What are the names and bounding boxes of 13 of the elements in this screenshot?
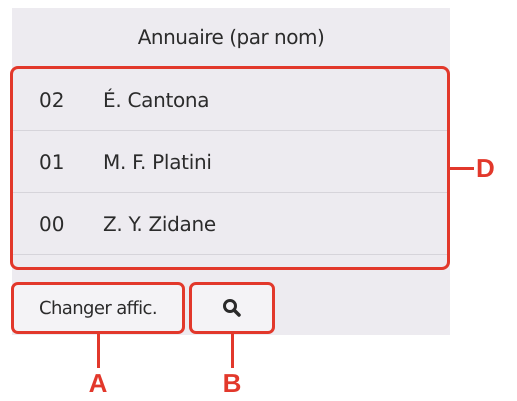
contact-name: Z. Y. Zidane — [103, 212, 216, 236]
contact-name: M. F. Platini — [103, 150, 212, 174]
contact-row[interactable]: 00 Z. Y. Zidane — [13, 193, 447, 255]
contact-number: 02 — [38, 88, 66, 112]
contact-row[interactable]: 01 M. F. Platini — [13, 131, 447, 193]
contact-row[interactable]: 02 É. Cantona — [13, 69, 447, 131]
contact-number: 00 — [38, 212, 66, 236]
search-button[interactable] — [189, 282, 275, 334]
contact-number: 01 — [38, 150, 66, 174]
change-display-button[interactable]: Changer affic. — [11, 282, 185, 334]
contact-name: É. Cantona — [103, 88, 210, 112]
search-icon — [222, 298, 242, 318]
screen-title: Annuaire (par nom) — [138, 25, 324, 49]
